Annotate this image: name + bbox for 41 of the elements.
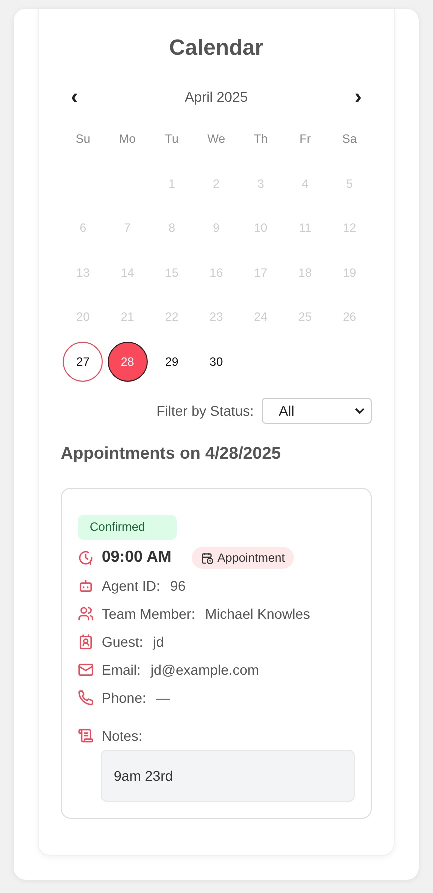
- page-title: Calendar: [168, 34, 265, 61]
- appointments-heading: Appointments on 4/28/2025: [61, 444, 282, 464]
- type-badge: Appointment: [192, 547, 294, 569]
- weekday-label: Sa: [341, 131, 358, 148]
- weekday-label: Mo: [118, 131, 137, 148]
- weekday-label: Tu: [164, 131, 180, 148]
- notes-box: 9am 23rd: [101, 750, 355, 802]
- detail-label: Team Member:: [102, 606, 196, 622]
- detail-value: 96: [170, 578, 186, 594]
- notes-label: Notes:: [102, 728, 142, 744]
- detail-value: —: [156, 690, 170, 706]
- weekday-label: Fr: [298, 131, 312, 148]
- id-badge-icon: [78, 634, 94, 650]
- detail-value: Michael Knowles: [205, 606, 310, 622]
- detail-label: Email:: [102, 662, 141, 678]
- calendar-clock-icon: [200, 552, 214, 564]
- chevron-down-icon: [355, 408, 365, 414]
- status-badge: Confirmed: [78, 515, 177, 540]
- calendar-day[interactable]: 30: [196, 342, 236, 382]
- detail-label: Guest:: [102, 634, 144, 650]
- next-month-button[interactable]: ›: [344, 86, 372, 108]
- weekday-label: Su: [74, 131, 92, 148]
- calendar-day[interactable]: 29: [152, 342, 192, 382]
- filter-label: Filter by Status:: [156, 403, 254, 419]
- scroll-icon: [78, 728, 94, 744]
- mail-icon: [78, 662, 94, 678]
- weekday-label: Th: [252, 131, 269, 148]
- detail-value: jd: [153, 634, 164, 650]
- clock-icon: [78, 550, 94, 566]
- detail-value: jd@example.com: [150, 662, 260, 678]
- month-title: April 2025: [184, 89, 248, 105]
- detail-label: Phone:: [102, 690, 146, 706]
- status-select[interactable]: All: [262, 398, 372, 424]
- calendar-day[interactable]: 27: [63, 342, 104, 382]
- previous-month-button[interactable]: ‹: [61, 86, 88, 108]
- robot-icon: [78, 578, 94, 594]
- weekday-label: We: [206, 131, 226, 148]
- detail-label: Agent ID:: [102, 578, 160, 594]
- users-icon: [78, 606, 94, 622]
- appointment-time: 09:00 AM: [102, 549, 172, 567]
- phone-icon: [78, 690, 94, 706]
